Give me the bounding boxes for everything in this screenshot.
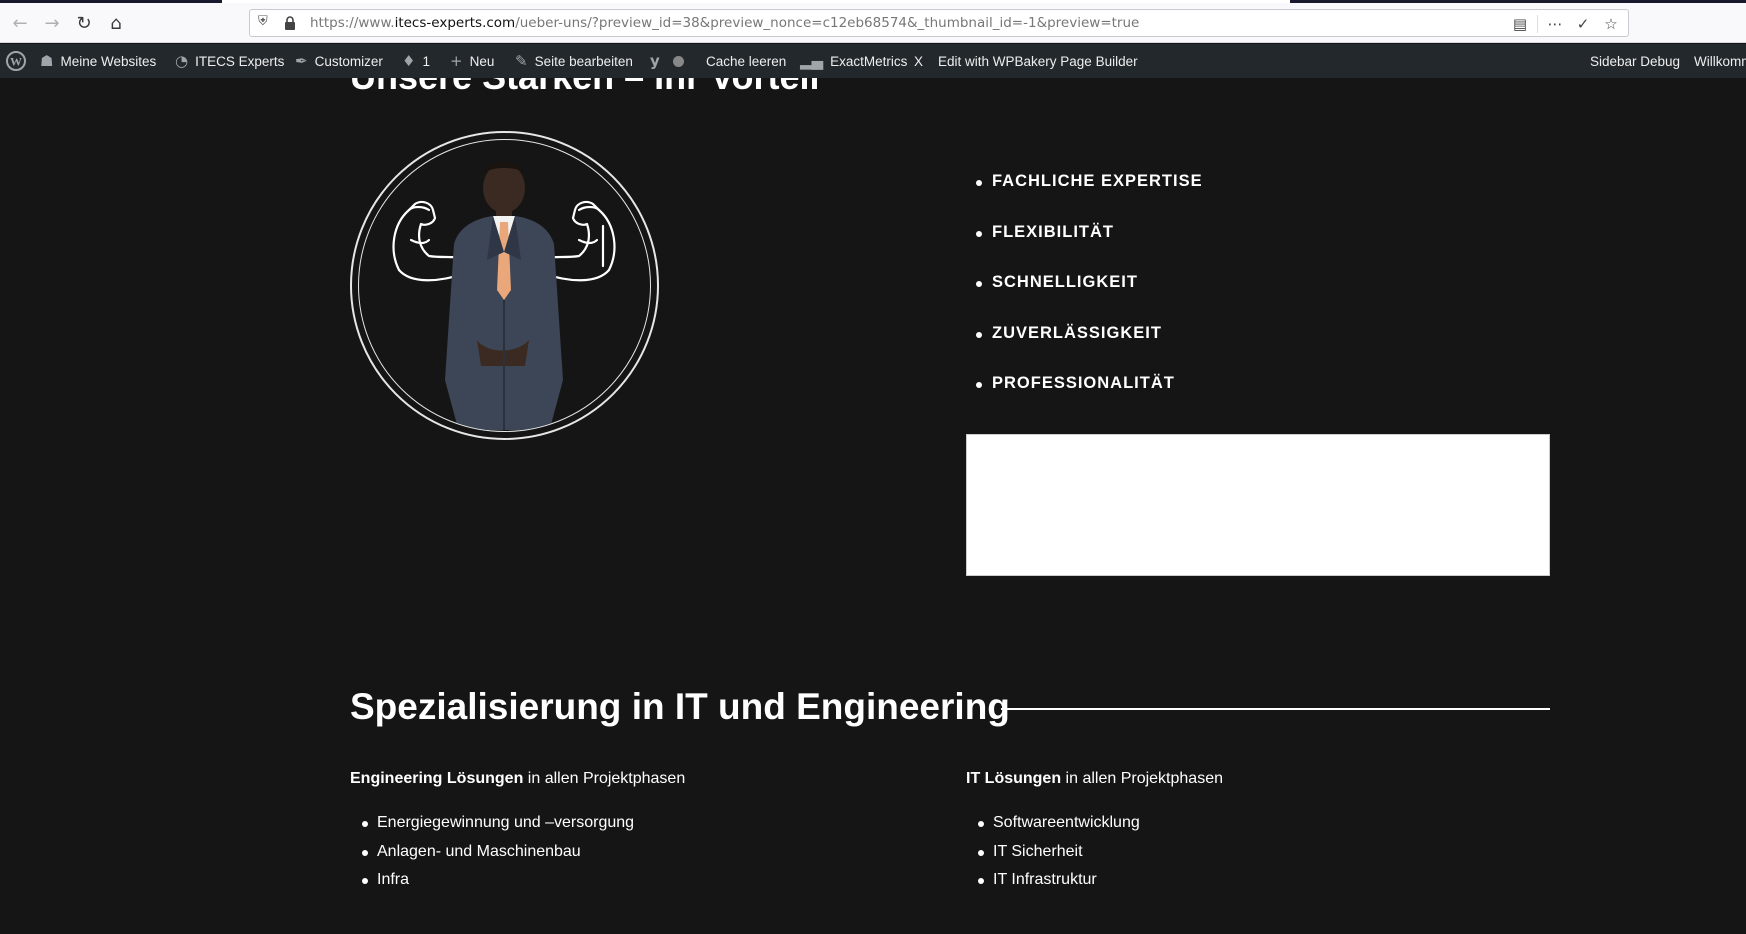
wordpress-icon[interactable]: W [6,44,26,78]
wpbakery-link[interactable]: Edit with WPBakery Page Builder [938,44,1138,78]
wpbakery-label: Edit with WPBakery Page Builder [938,53,1138,69]
list-item: IT Infrastruktur [966,871,1223,900]
my-sites-label: Meine Websites [60,53,157,69]
my-sites-menu[interactable]: ☗ Meine Websites [40,44,156,78]
engineering-column: Engineering Lösungen in allen Projektpha… [350,770,685,900]
edit-page-label: Seite bearbeiten [534,53,633,69]
svg-text:W: W [10,55,22,69]
seo-status-dot-icon [672,55,684,67]
customizer-label: Customizer [314,53,383,69]
list-item: ZUVERLÄSSIGKEIT [976,324,1203,375]
list-item: PROFESSIONALITÄT [976,374,1203,425]
businessman-illustration [392,162,616,431]
list-item: Anlagen- und Maschinenbau [350,843,685,872]
yoast-seo-menu[interactable]: y [650,44,684,78]
dashboard-icon: ◔ [175,52,189,70]
user-menu[interactable]: Willkommen [1694,44,1746,78]
tracking-shield-icon[interactable]: ⛨ [258,14,274,32]
sites-icon: ☗ [40,52,54,70]
x-label: X [914,53,924,69]
comment-icon: ♦ [402,52,416,70]
lock-icon[interactable] [284,16,296,30]
comments-link[interactable]: ♦ 1 [402,44,430,78]
reload-icon[interactable]: ↻ [70,9,98,37]
comments-count: 1 [422,53,430,69]
back-icon[interactable]: ← [6,9,34,37]
wp-admin-bar: W ☗ Meine Websites ◔ ITECS Experts ✒ Cus… [0,44,1746,78]
it-column: IT Lösungen in allen Projektphasen Softw… [966,770,1223,900]
list-item: SCHNELLIGKEIT [976,273,1203,324]
url-text[interactable]: https://www.itecs-experts.com/ueber-uns/… [310,15,1139,31]
strengths-list: FACHLICHE EXPERTISE FLEXIBILITÄT SCHNELL… [976,172,1203,425]
list-item: FLEXIBILITÄT [976,223,1203,274]
yoast-icon: y [650,52,660,70]
welcome-label: Willkommen [1694,53,1746,69]
brush-icon: ✒ [295,52,308,70]
section-title-specialization: Spezialisierung in IT und Engineering [350,686,1010,727]
embedded-content-box [966,434,1550,576]
customizer-link[interactable]: ✒ Customizer [295,44,383,78]
reader-view-icon[interactable]: ▤ [1509,13,1531,35]
pocket-icon[interactable]: ✓ [1572,13,1594,35]
divider [1537,15,1538,33]
list-item: Softwareentwicklung [966,814,1223,843]
new-label: Neu [469,53,495,69]
sidebar-debug-link[interactable]: Sidebar Debug [1590,44,1680,78]
engineering-intro: Engineering Lösungen in allen Projektpha… [350,770,686,787]
list-item: Energiegewinnung und –versorgung [350,814,685,843]
more-icon[interactable]: ⋯ [1544,13,1566,35]
list-item: Infra [350,871,685,900]
section-title-strengths: Unsere Stärken – Ihr Vorteil [350,78,820,98]
site-name-menu[interactable]: ◔ ITECS Experts [175,44,284,78]
pencil-icon: ✎ [515,52,528,70]
plus-icon: + [450,52,463,70]
edit-page-link[interactable]: ✎ Seite bearbeiten [515,44,633,78]
bar-chart-icon: ▂▄ [800,52,824,70]
it-intro: IT Lösungen in allen Projektphasen [966,770,1223,787]
portrait-image [350,131,659,440]
forward-icon[interactable]: → [38,9,66,37]
title-rule [1001,708,1550,710]
exactmetrics-label: ExactMetrics [830,53,908,69]
site-name-label: ITECS Experts [195,53,285,69]
url-bar[interactable]: ⛨ https://www.itecs-experts.com/ueber-un… [249,9,1629,37]
list-item: FACHLICHE EXPERTISE [976,172,1203,223]
engineering-list: Energiegewinnung und –versorgung Anlagen… [350,814,685,900]
list-item: IT Sicherheit [966,843,1223,872]
home-icon[interactable]: ⌂ [102,9,130,37]
exactmetrics-menu[interactable]: ▂▄ ExactMetrics [800,44,907,78]
bookmark-star-icon[interactable]: ☆ [1600,13,1622,35]
x-menu[interactable]: X [914,44,923,78]
new-content-menu[interactable]: + Neu [450,44,494,78]
it-list: Softwareentwicklung IT Sicherheit IT Inf… [966,814,1223,900]
clear-cache-label: Cache leeren [706,53,787,69]
clear-cache-link[interactable]: Cache leeren [706,44,786,78]
browser-toolbar: ← → ↻ ⌂ ⛨ https://www.itecs-experts.com/… [0,3,1746,43]
sidebar-debug-label: Sidebar Debug [1590,53,1681,69]
page-content: Unsere Stärken – Ihr Vorteil [0,78,1746,934]
